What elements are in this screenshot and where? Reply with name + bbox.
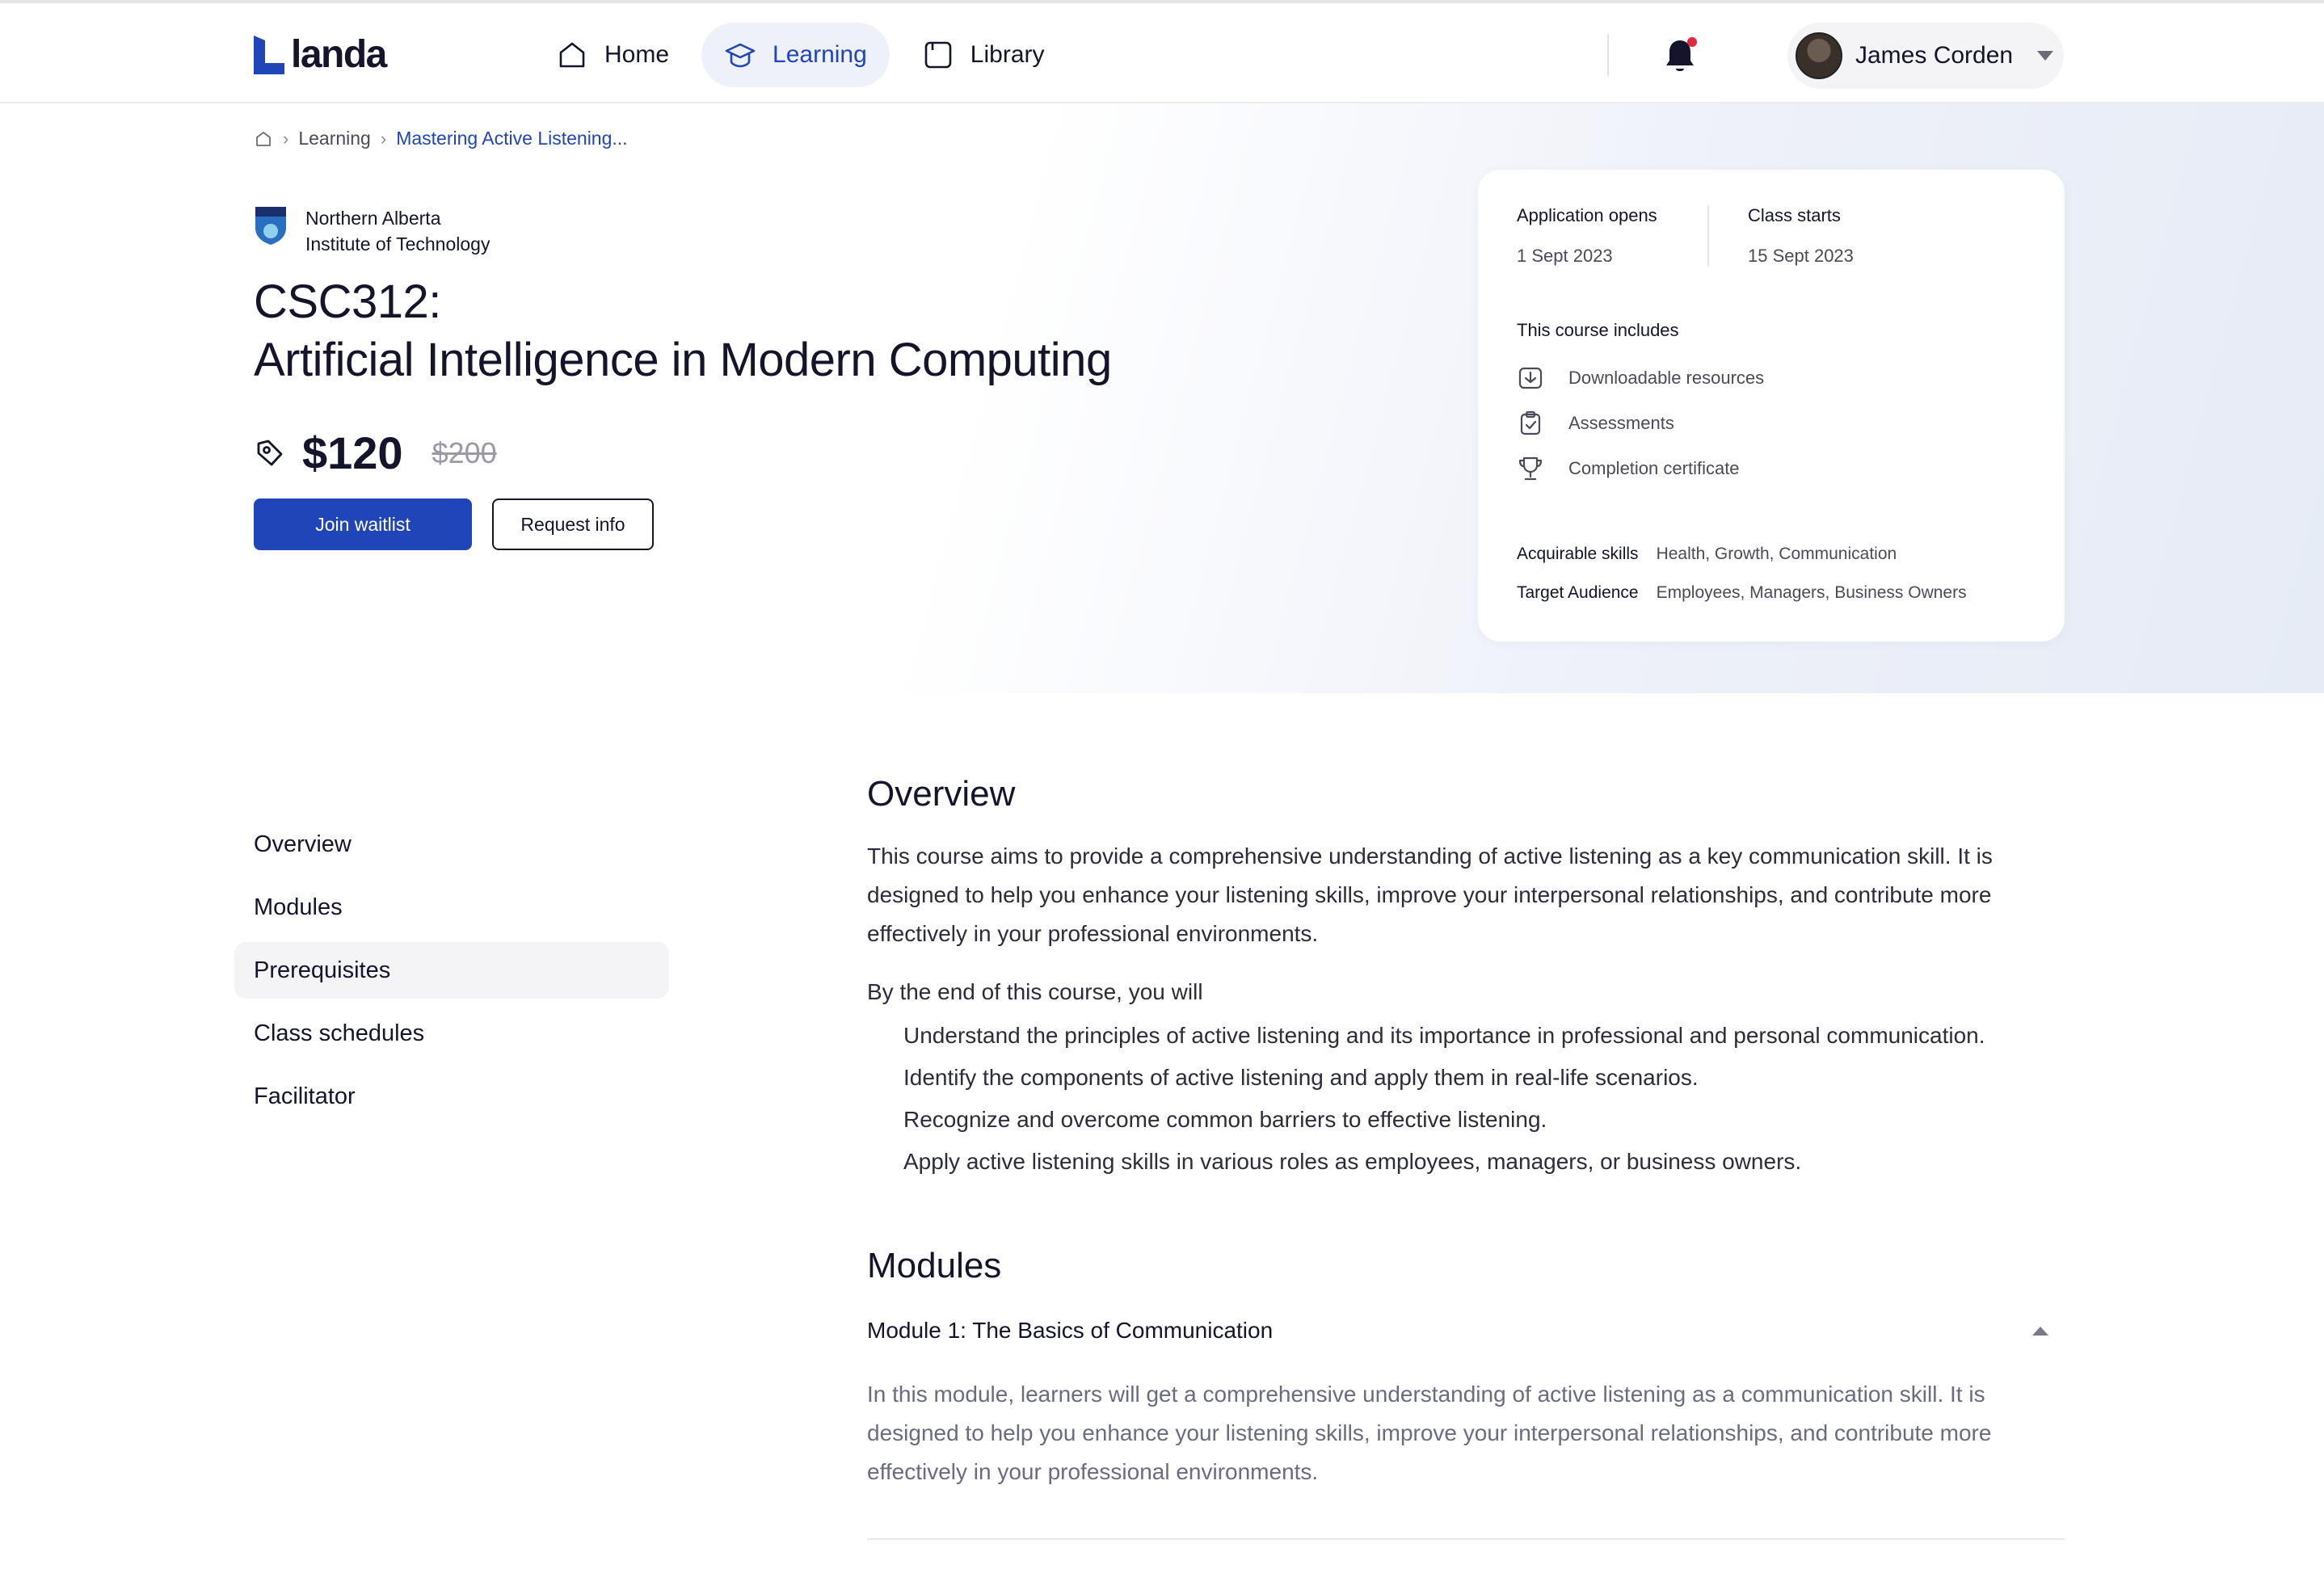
module-1-header[interactable]: Module 1: The Basics of Communication: [867, 1309, 2065, 1352]
include-item: Downloadable resources: [1517, 355, 1764, 401]
user-menu[interactable]: James Corden: [1787, 23, 2064, 89]
nav-learning[interactable]: Learning: [701, 23, 890, 87]
course-name: Artificial Intelligence in Modern Comput…: [254, 334, 1112, 386]
module-desc-line: In this module, learners will get a comp…: [867, 1382, 1985, 1407]
institution-logo-icon: [255, 207, 286, 245]
section-nav-prerequisites[interactable]: Prerequisites: [234, 942, 669, 999]
includes-list: Downloadable resources Assessments Compl…: [1517, 355, 1764, 491]
breadcrumb-separator: ›: [380, 128, 387, 149]
home-icon[interactable]: [254, 129, 273, 149]
nav-home[interactable]: Home: [533, 23, 692, 87]
landa-logo-mark-icon: [254, 36, 284, 74]
objectives-intro: By the end of this course, you will: [867, 979, 1203, 1004]
original-price: $200: [432, 435, 497, 469]
objective-item: Understand the principles of active list…: [903, 1023, 1985, 1048]
brand-name: landa: [291, 33, 387, 76]
skills-row: Acquirable skills Health, Growth, Commun…: [1517, 535, 1967, 574]
include-label: Assessments: [1568, 413, 1674, 433]
home-icon: [559, 42, 585, 68]
module-desc-line: effectively in your professional environ…: [867, 1459, 1319, 1484]
class-starts: Class starts 15 Sept 2023: [1707, 205, 1950, 267]
graduation-cap-icon: [725, 43, 756, 68]
audience-row: Target Audience Employees, Managers, Bus…: [1517, 574, 1967, 612]
top-navigation-bar: landa Home Learning Library James Corden: [0, 0, 2324, 103]
audience-value: Employees, Managers, Business Owners: [1656, 583, 1967, 602]
nav-divider: [1607, 34, 1609, 76]
module-divider: [867, 1538, 2065, 1540]
modules-heading: Modules: [867, 1246, 1002, 1285]
breadcrumb: › Learning › Mastering Active Listening.…: [254, 128, 628, 149]
section-nav-class-schedules[interactable]: Class schedules: [234, 1005, 669, 1062]
class-starts-label: Class starts: [1748, 205, 1841, 225]
nav-learning-label: Learning: [773, 41, 867, 68]
overview-line: effectively in your professional environ…: [867, 921, 1319, 946]
current-price: $120: [302, 427, 403, 478]
main-nav: Home Learning Library: [533, 23, 1067, 87]
price-tag-icon: [257, 440, 283, 465]
institution-name-line2: Institute of Technology: [305, 233, 490, 254]
download-box-icon: [1518, 367, 1543, 389]
includes-title: This course includes: [1517, 320, 1679, 340]
objective-item: Recognize and overcome common barriers t…: [903, 1107, 1547, 1132]
include-label: Downloadable resources: [1568, 368, 1765, 388]
course-info-card: Application opens 1 Sept 2023 Class star…: [1478, 170, 2065, 641]
course-hero: › Learning › Mastering Active Listening.…: [0, 103, 2324, 693]
course-meta: Acquirable skills Health, Growth, Commun…: [1517, 535, 1967, 612]
breadcrumb-separator: ›: [283, 128, 289, 149]
application-opens-label: Application opens: [1517, 205, 1657, 225]
module-1-title: Module 1: The Basics of Communication: [867, 1318, 1274, 1343]
nav-library[interactable]: Library: [899, 23, 1067, 87]
library-icon: [924, 41, 952, 69]
course-dates: Application opens 1 Sept 2023 Class star…: [1517, 205, 1950, 267]
landa-logo[interactable]: landa: [254, 33, 387, 76]
breadcrumb-learning[interactable]: Learning: [298, 128, 371, 149]
institution-name-line1: Northern Alberta: [305, 208, 441, 229]
objective-item: Identify the components of active listen…: [903, 1065, 1699, 1090]
section-nav: Overview Modules Prerequisites Class sch…: [234, 816, 669, 1131]
overview-heading: Overview: [867, 774, 1016, 814]
breadcrumb-current[interactable]: Mastering Active Listening...: [396, 128, 627, 149]
request-info-button[interactable]: Request info: [492, 498, 654, 550]
audience-label: Target Audience: [1517, 583, 1639, 602]
module-desc-line: designed to help you enhance your listen…: [867, 1420, 1992, 1445]
class-starts-date: 15 Sept 2023: [1748, 246, 1854, 266]
overview-line: This course aims to provide a comprehens…: [867, 843, 1993, 869]
include-item: Completion certificate: [1517, 446, 1764, 491]
avatar: [1796, 32, 1842, 79]
objectives-list: Understand the principles of active list…: [867, 1015, 2065, 1183]
price-row: $120 $200: [254, 427, 497, 479]
join-waitlist-button[interactable]: Join waitlist: [254, 498, 472, 550]
application-opens-date: 1 Sept 2023: [1517, 246, 1613, 266]
clipboard-check-icon: [1520, 410, 1541, 435]
skills-value: Health, Growth, Communication: [1656, 545, 1897, 563]
course-code: CSC312:: [254, 276, 441, 328]
trophy-icon: [1518, 456, 1543, 481]
section-nav-facilitator[interactable]: Facilitator: [234, 1068, 669, 1125]
include-label: Completion certificate: [1568, 458, 1740, 478]
chevron-down-icon: [2037, 51, 2054, 61]
notifications-button[interactable]: [1660, 34, 1700, 79]
overview-line: designed to help you enhance your listen…: [867, 882, 1992, 907]
section-nav-overview[interactable]: Overview: [234, 816, 669, 873]
overview-paragraph: This course aims to provide a comprehens…: [867, 837, 2065, 953]
module-1-description: In this module, learners will get a comp…: [867, 1375, 2065, 1491]
objective-item: Apply active listening skills in various…: [903, 1149, 1802, 1174]
main-content: Overview This course aims to provide a c…: [867, 774, 2065, 1540]
chevron-up-icon[interactable]: [2032, 1326, 2048, 1336]
nav-library-label: Library: [970, 41, 1045, 68]
skills-label: Acquirable skills: [1517, 545, 1639, 563]
nav-home-label: Home: [604, 41, 670, 68]
user-name: James Corden: [1855, 42, 2014, 69]
page-title: CSC312: Artificial Intelligence in Moder…: [254, 273, 1112, 389]
section-nav-modules[interactable]: Modules: [234, 879, 669, 936]
application-opens: Application opens 1 Sept 2023: [1517, 205, 1707, 267]
institution-name: Northern Alberta Institute of Technology: [305, 205, 564, 257]
institution: Northern Alberta Institute of Technology: [254, 205, 564, 257]
include-item: Assessments: [1517, 401, 1764, 446]
notification-dot: [1687, 37, 1697, 47]
